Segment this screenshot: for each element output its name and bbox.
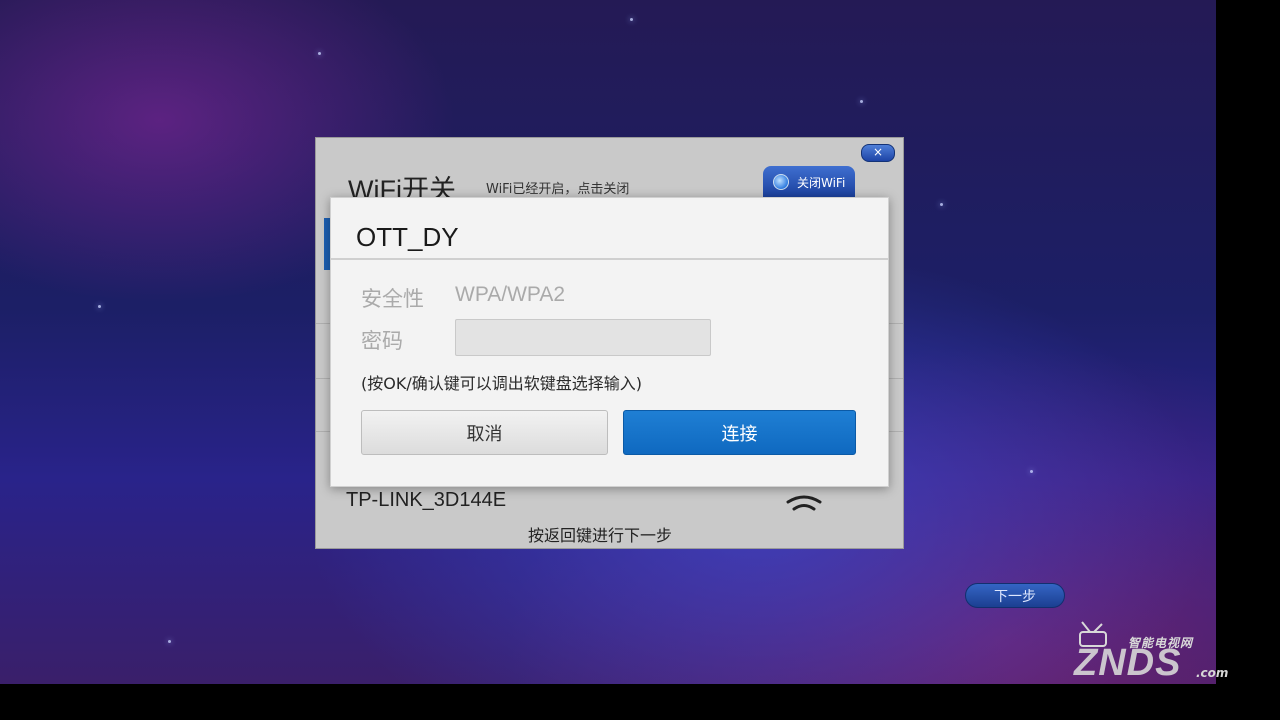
back-hint-text: 按返回键进行下一步: [528, 526, 673, 545]
desktop-background: WiFi开关 WiFi已经开启，点击关闭 × 关闭WiFi TP-LINK_3D…: [0, 0, 1216, 684]
wifi-toggle-icon: [773, 174, 789, 190]
cancel-button[interactable]: 取消: [361, 410, 608, 455]
wifi-connect-dialog: OTT_DY 安全性 WPA/WPA2 密码 (按OK/确认键可以调出软键盘选择…: [330, 197, 889, 487]
password-label: 密码: [361, 329, 403, 353]
wifi-toggle-label: 关闭WiFi: [797, 175, 846, 190]
security-value: WPA/WPA2: [455, 283, 566, 306]
wifi-signal-icon: [786, 495, 822, 511]
close-icon: ×: [872, 145, 884, 159]
panel-subtitle: WiFi已经开启，点击关闭: [486, 182, 630, 197]
star: [860, 100, 863, 103]
dialog-title: OTT_DY: [356, 222, 459, 252]
security-label: 安全性: [361, 287, 424, 311]
watermark-logo: 智能电视网 ZNDS .com: [1068, 620, 1238, 690]
close-button[interactable]: ×: [861, 144, 895, 162]
wifi-toggle-button[interactable]: 关闭WiFi: [763, 166, 855, 198]
keyboard-hint: (按OK/确认键可以调出软键盘选择输入): [361, 374, 642, 393]
connect-button[interactable]: 连接: [623, 410, 856, 455]
watermark-brand: ZNDS: [1074, 642, 1182, 684]
password-input[interactable]: [455, 319, 711, 356]
star: [630, 18, 633, 21]
network-list-item[interactable]: TP-LINK_3D144E: [346, 489, 506, 512]
star: [168, 640, 171, 643]
star: [98, 305, 101, 308]
divider: [331, 258, 888, 260]
star: [1030, 470, 1033, 473]
watermark-suffix: .com: [1196, 666, 1229, 680]
next-step-button[interactable]: 下一步: [965, 583, 1065, 608]
star: [940, 203, 943, 206]
star: [318, 52, 321, 55]
